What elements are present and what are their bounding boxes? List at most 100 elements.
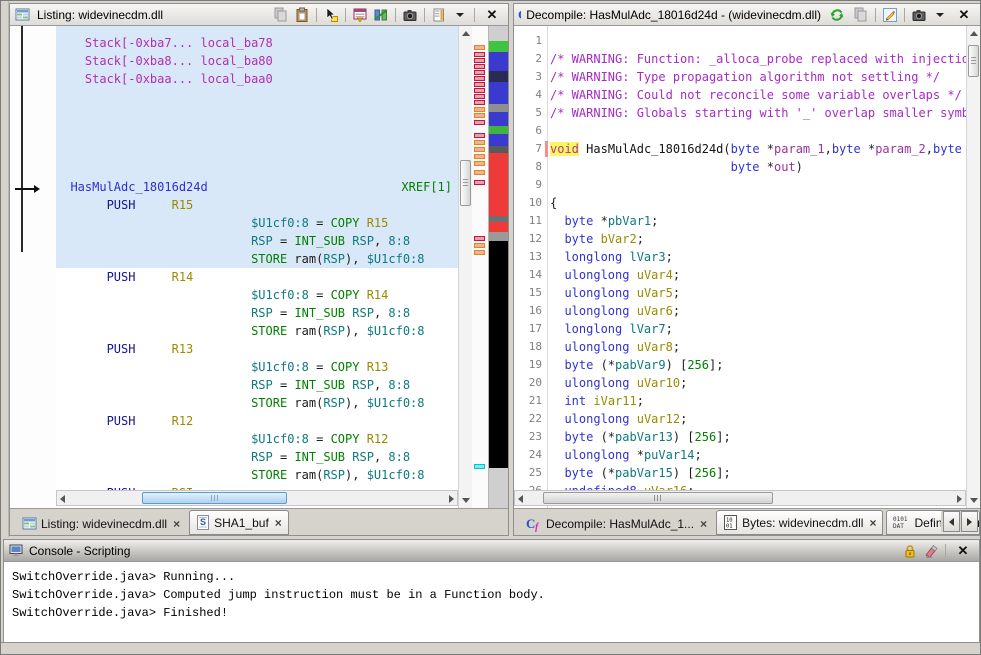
listing-row[interactable]: PUSH R13 <box>56 340 458 358</box>
listing-hscrollbar[interactable] <box>56 490 458 506</box>
listing-row[interactable]: RSP = INT_SUB RSP, 8:8 <box>56 448 458 466</box>
tab-sha1-buf[interactable]: S SHA1_buf × <box>189 510 289 535</box>
scroll-up-icon[interactable] <box>970 31 978 36</box>
listing-hscroll-thumb[interactable] <box>142 492 287 504</box>
bookmark-mark[interactable] <box>474 236 485 241</box>
scroll-left-icon[interactable] <box>60 495 65 503</box>
bookmark-mark[interactable] <box>474 250 485 255</box>
decompile-row[interactable]: 24 ulonglong *puVar14; <box>514 446 966 464</box>
listing-row[interactable] <box>56 88 458 106</box>
decompile-row[interactable]: 13 longlong lVar3; <box>514 248 966 266</box>
tab-scroll-left-icon[interactable] <box>943 511 960 532</box>
bookmark-mark[interactable] <box>474 147 485 152</box>
decompile-row[interactable]: 21 int iVar11; <box>514 392 966 410</box>
bookmark-mark[interactable] <box>474 82 485 87</box>
dropdown-caret-icon[interactable] <box>451 6 469 23</box>
listing-row[interactable] <box>56 106 458 124</box>
edit-icon[interactable] <box>881 6 899 23</box>
bookmark-mark[interactable] <box>474 133 485 138</box>
snapshot-camera-icon[interactable] <box>401 6 419 23</box>
tab-decompile[interactable]: Cf Decompile: HasMulAdc_1... × <box>520 512 713 535</box>
bookmark-mark[interactable] <box>474 170 485 175</box>
bookmark-mark[interactable] <box>474 64 485 69</box>
listing-row[interactable] <box>56 124 458 142</box>
listing-row[interactable]: $U1cf0:8 = COPY R12 <box>56 430 458 448</box>
bookmark-mark[interactable] <box>474 120 485 125</box>
tab-bytes[interactable]: 1001 Bytes: widevinecdm.dll × <box>716 510 883 535</box>
decompile-row[interactable]: 11 byte *pbVar1; <box>514 212 966 230</box>
listing-row[interactable]: HasMulAdc_18016d24dXREF[1] <box>56 178 458 196</box>
clear-console-icon[interactable] <box>922 542 940 559</box>
close-tab-icon[interactable]: × <box>273 516 282 530</box>
bookmark-mark[interactable] <box>474 154 485 159</box>
decompile-row[interactable]: 10{ <box>514 194 966 212</box>
copy-icon[interactable] <box>852 6 870 23</box>
decompile-vscroll-thumb[interactable] <box>968 45 979 77</box>
marker-column[interactable] <box>472 26 488 508</box>
listing-row[interactable]: $U1cf0:8 = COPY R14 <box>56 286 458 304</box>
close-tab-icon[interactable]: × <box>698 517 707 531</box>
listing-row[interactable]: RSP = INT_SUB RSP, 8:8 <box>56 232 458 250</box>
scroll-down-icon[interactable] <box>970 498 978 503</box>
decompile-row[interactable]: 4/* WARNING: Could not reconcile some va… <box>514 86 966 104</box>
scroll-up-icon[interactable] <box>462 31 470 36</box>
bookmark-mark[interactable] <box>474 45 485 50</box>
decompile-row[interactable]: 3/* WARNING: Type propagation algorithm … <box>514 68 966 86</box>
decompile-row[interactable]: 2/* WARNING: Function: _alloca_probe rep… <box>514 50 966 68</box>
scroll-right-icon[interactable] <box>957 495 962 503</box>
bookmark-mark[interactable] <box>474 70 485 75</box>
bookmark-mark[interactable] <box>474 464 485 469</box>
decompile-row[interactable]: 15 ulonglong uVar5; <box>514 284 966 302</box>
listing-row[interactable]: Stack[-0xba7... local_ba78 <box>56 34 458 52</box>
decompile-row[interactable]: 9 <box>514 176 966 194</box>
close-icon[interactable]: ✕ <box>951 542 975 559</box>
console-lines[interactable]: SwitchOverride.java> Running...SwitchOve… <box>12 568 971 622</box>
close-icon[interactable]: ✕ <box>952 6 976 23</box>
decompile-row[interactable]: 18 ulonglong uVar8; <box>514 338 966 356</box>
close-tab-icon[interactable]: × <box>171 517 180 531</box>
listing-row[interactable]: Stack[-0xbaa... local_baa0 <box>56 70 458 88</box>
listing-row[interactable]: $U1cf0:8 = COPY R13 <box>56 358 458 376</box>
decompile-rows[interactable]: 12/* WARNING: Function: _alloca_probe re… <box>514 32 966 508</box>
bookmark-mark[interactable] <box>474 100 485 105</box>
listing-display-options-icon[interactable] <box>430 6 448 23</box>
listing-row[interactable]: STORE ram(RSP), $U1cf0:8 <box>56 322 458 340</box>
xref-label[interactable]: XREF[1] <box>401 178 452 196</box>
listing-row[interactable]: PUSH R12 <box>56 412 458 430</box>
bookmark-mark[interactable] <box>474 113 485 118</box>
bookmark-mark[interactable] <box>474 58 485 63</box>
listing-row[interactable] <box>56 142 458 160</box>
listing-row[interactable] <box>56 160 458 178</box>
dropdown-caret-icon[interactable] <box>931 6 949 23</box>
listing-vscroll-thumb[interactable] <box>460 160 471 206</box>
close-icon[interactable]: ✕ <box>480 6 504 23</box>
listing-rows[interactable]: Stack[-0xba7... local_ba78 Stack[-0xba8.… <box>56 34 458 508</box>
refresh-icon[interactable] <box>828 6 846 23</box>
scroll-down-icon[interactable] <box>462 498 470 503</box>
copy-icon[interactable] <box>272 6 290 23</box>
decompile-vscrollbar[interactable] <box>966 26 980 508</box>
listing-row[interactable]: PUSH R15 <box>56 196 458 214</box>
bookmark-mark[interactable] <box>474 107 485 112</box>
decompile-row[interactable]: 1 <box>514 32 966 50</box>
decompile-row[interactable]: 19 byte (*pabVar9) [256]; <box>514 356 966 374</box>
bookmark-mark[interactable] <box>474 140 485 145</box>
listing-row[interactable]: $U1cf0:8 = COPY R15 <box>56 214 458 232</box>
scroll-left-icon[interactable] <box>518 495 523 503</box>
scroll-lock-icon[interactable] <box>901 542 919 559</box>
decompile-row[interactable]: 7void HasMulAdc_18016d24d(byte *param_1,… <box>514 140 966 158</box>
goto-location-icon[interactable] <box>351 6 369 23</box>
listing-row[interactable]: PUSH R14 <box>56 268 458 286</box>
paste-icon[interactable] <box>293 6 311 23</box>
bookmark-mark[interactable] <box>474 88 485 93</box>
cursor-select-icon[interactable] <box>322 6 340 23</box>
listing-row[interactable]: STORE ram(RSP), $U1cf0:8 <box>56 466 458 484</box>
decompile-row[interactable]: 6 <box>514 122 966 140</box>
snapshot-camera-icon[interactable] <box>910 6 928 23</box>
decompile-row[interactable]: 8 byte *out) <box>514 158 966 176</box>
decompile-row[interactable]: 5/* WARNING: Globals starting with '_' o… <box>514 104 966 122</box>
tab-listing[interactable]: Listing: widevinecdm.dll × <box>16 512 186 535</box>
listing-vscrollbar[interactable] <box>458 26 472 508</box>
decompile-row[interactable]: 14 ulonglong uVar4; <box>514 266 966 284</box>
decompile-hscroll-thumb[interactable] <box>543 492 773 504</box>
